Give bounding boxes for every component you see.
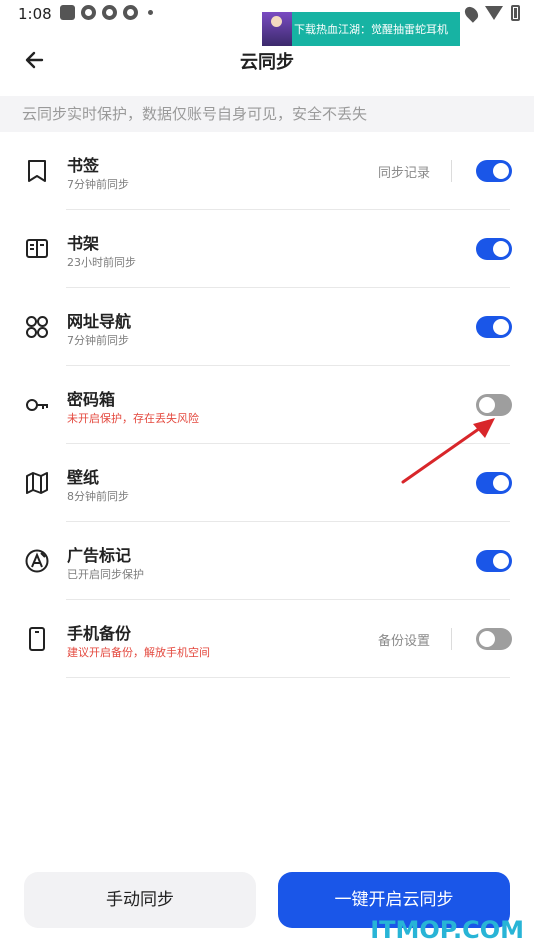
backup-settings-link[interactable]: 备份设置	[378, 630, 430, 649]
wifi-icon	[485, 6, 503, 20]
sync-item-title: 书架	[67, 234, 100, 253]
sync-item-warning: 建议开启备份，解放手机空间	[67, 646, 210, 659]
app-notification-icon	[60, 5, 75, 20]
sync-item-status: 已开启同步保护	[67, 568, 144, 581]
notification-icon	[102, 5, 117, 20]
watermark: ITMOP.COM	[370, 916, 524, 944]
sync-item-title: 壁纸	[67, 468, 100, 487]
map-icon	[24, 470, 50, 496]
sync-item-status: 7分钟前同步	[67, 178, 129, 191]
sync-item-status: 7分钟前同步	[67, 334, 129, 347]
annotation-arrow-icon	[401, 418, 495, 484]
bookshelf-icon	[24, 236, 50, 262]
sync-item-bookmarks: 书签 7分钟前同步 同步记录	[0, 132, 534, 210]
ad-text: 下载热血江湖：觉醒抽雷蛇耳机	[294, 23, 448, 36]
more-notifications-icon	[148, 10, 153, 15]
status-time: 1:08	[18, 5, 52, 23]
bookmarks-sync-toggle[interactable]	[476, 160, 512, 182]
ad-mark-icon	[24, 548, 50, 574]
sync-record-link[interactable]: 同步记录	[378, 162, 430, 181]
sync-item-warning: 未开启保护，存在丢失风险	[67, 412, 199, 425]
sync-item-status: 23小时前同步	[67, 256, 136, 269]
system-icons	[462, 3, 520, 23]
divider	[451, 628, 452, 650]
notification-icon	[123, 5, 138, 20]
phone-icon	[24, 626, 50, 652]
sync-item-title: 密码箱	[67, 390, 116, 409]
battery-icon	[511, 5, 520, 21]
notification-icons	[60, 5, 153, 20]
sync-item-title: 网址导航	[67, 312, 132, 331]
phone-backup-sync-toggle[interactable]	[476, 628, 512, 650]
sync-item-title: 书签	[67, 156, 100, 175]
sync-item-navigation: 网址导航 7分钟前同步	[0, 288, 534, 366]
sync-item-title: 广告标记	[67, 546, 132, 565]
sync-list: 书签 7分钟前同步 同步记录 书架 23小时前同步 网址导航 7分钟前同步 密码…	[0, 132, 534, 678]
page-title: 云同步	[240, 52, 294, 73]
divider	[451, 160, 452, 182]
navigation-sync-toggle[interactable]	[476, 316, 512, 338]
header: 云同步	[0, 36, 534, 84]
info-banner: 云同步实时保护，数据仅账号自身可见，安全不丢失	[0, 96, 534, 132]
location-icon	[462, 3, 481, 23]
sync-item-ad-mark: 广告标记 已开启同步保护	[0, 522, 534, 600]
sync-item-bookshelf: 书架 23小时前同步	[0, 210, 534, 288]
sync-item-title: 手机备份	[67, 624, 132, 643]
bookmark-icon	[24, 158, 50, 184]
notification-icon	[81, 5, 96, 20]
bookshelf-sync-toggle[interactable]	[476, 238, 512, 260]
manual-sync-button[interactable]: 手动同步	[24, 872, 256, 928]
grid-icon	[24, 314, 50, 340]
key-icon	[24, 392, 50, 418]
sync-item-status: 8分钟前同步	[67, 490, 129, 503]
sync-item-phone-backup: 手机备份 建议开启备份，解放手机空间 备份设置	[0, 600, 534, 678]
ad-mark-sync-toggle[interactable]	[476, 550, 512, 572]
